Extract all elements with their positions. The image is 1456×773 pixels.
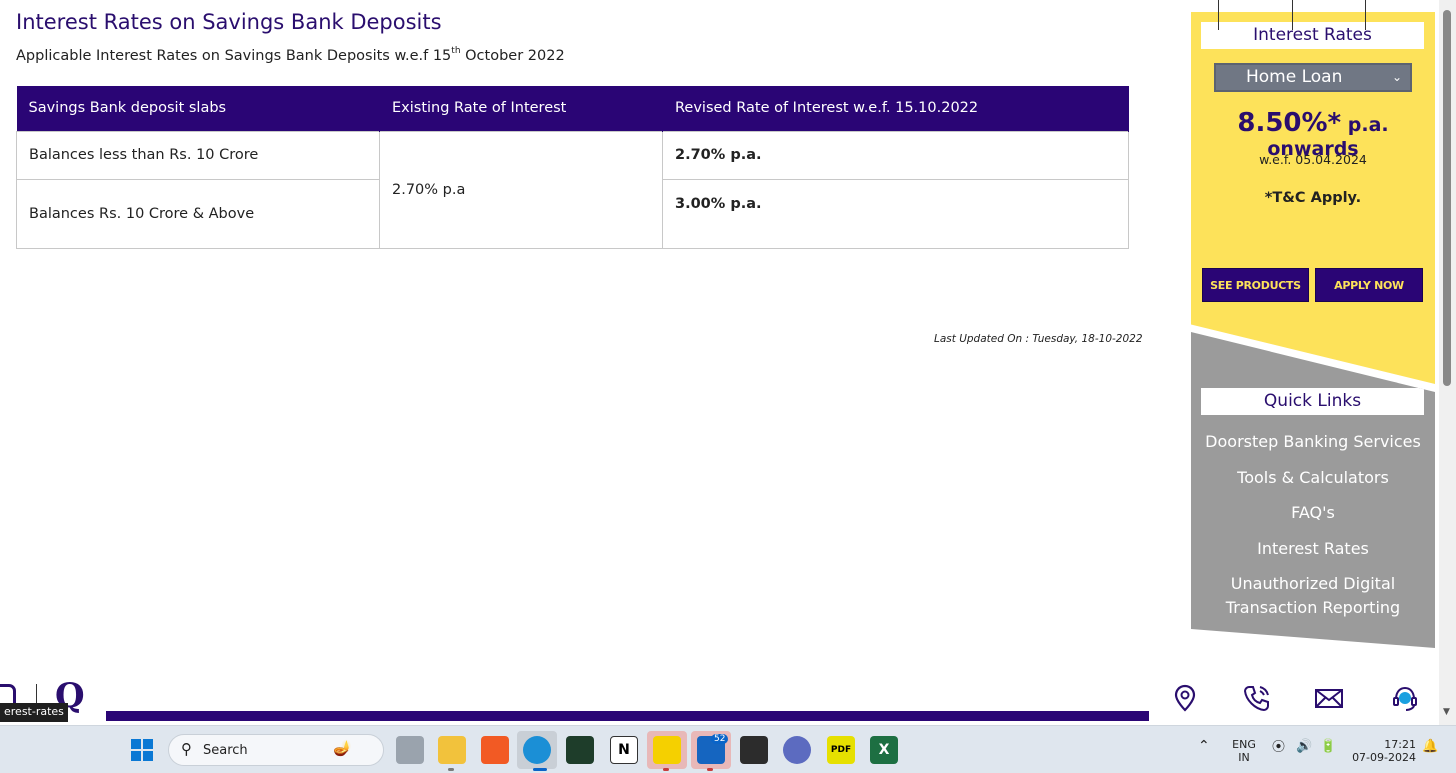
battery-icon[interactable]: 🔋	[1320, 740, 1336, 753]
quick-links-heading: Quick Links	[1201, 388, 1424, 415]
quick-link-faqs[interactable]: FAQ's	[1191, 501, 1435, 525]
location-pin-icon[interactable]	[1170, 683, 1200, 713]
mail-badge: 52	[711, 734, 729, 744]
windows-start-icon[interactable]	[131, 739, 153, 761]
last-updated: Last Updated On : Tuesday, 18-10-2022	[934, 333, 1143, 345]
language-indicator[interactable]: ENG IN	[1228, 738, 1260, 764]
header-revised-rate: Revised Rate of Interest w.e.f. 15.10.20…	[662, 86, 1129, 131]
table-row: Balances less than Rs. 10 Crore 2.70% p.…	[16, 130, 1129, 249]
quick-link-unauthorized-digital[interactable]: Unauthorized Digital	[1191, 572, 1435, 596]
existing-rate-cell: 2.70% p.a	[379, 130, 663, 249]
interest-rates-table: Savings Bank deposit slabs Existing Rate…	[16, 86, 1129, 249]
quick-link-doorstep-banking[interactable]: Doorstep Banking Services	[1191, 430, 1435, 454]
interest-rate-panel: Interest Rates Home Loan ⌄ 8.50%* p.a. o…	[1191, 12, 1435, 384]
rate-panel-heading: Interest Rates	[1201, 22, 1424, 49]
edge-browser-icon[interactable]	[523, 736, 551, 764]
footer-divider	[1365, 0, 1366, 30]
phone-icon[interactable]	[1242, 683, 1272, 713]
search-highlight-icon: 🪔	[333, 739, 352, 757]
rate-effective-date: w.e.f. 05.04.2024	[1259, 152, 1367, 167]
terms-note: *T&C Apply.	[1264, 190, 1362, 206]
taskbar-search-box[interactable]: ⚲ Search 🪔	[168, 734, 384, 766]
sticky-notes-icon[interactable]	[653, 736, 681, 764]
pdf-app-icon[interactable]: PDF	[827, 736, 855, 764]
revised-rate-cell: 2.70% p.a.	[662, 130, 1129, 180]
running-indicator	[448, 768, 454, 771]
scroll-down-arrow-icon[interactable]: ▼	[1443, 707, 1450, 717]
search-label: Search	[203, 743, 248, 758]
page-title: Interest Rates on Savings Bank Deposits	[16, 10, 442, 34]
support-agent-icon[interactable]	[1390, 683, 1420, 713]
slab-cell: Balances less than Rs. 10 Crore	[16, 130, 380, 180]
loan-type-select[interactable]: Home Loan ⌄	[1214, 63, 1412, 92]
brave-browser-icon[interactable]	[481, 736, 509, 764]
chevron-up-icon[interactable]: ⌃	[1198, 739, 1210, 753]
quick-link-transaction-reporting[interactable]: Transaction Reporting	[1191, 596, 1435, 620]
chevron-down-icon: ⌄	[1391, 70, 1402, 84]
table-header-row: Savings Bank deposit slabs Existing Rate…	[16, 86, 1129, 131]
notion-icon[interactable]: N	[610, 736, 638, 764]
excel-icon[interactable]: X	[870, 736, 898, 764]
windows-taskbar: ⚲ Search 🪔 N PDF X ⌃ ENG IN ⦿ 🔊 🔋 17:21 07…	[0, 725, 1456, 773]
header-existing-rate: Existing Rate of Interest	[379, 86, 663, 131]
footer-divider	[1292, 0, 1293, 30]
mail-icon[interactable]	[1314, 683, 1344, 713]
header-slabs: Savings Bank deposit slabs	[16, 86, 380, 131]
volume-icon[interactable]: 🔊	[1296, 740, 1312, 753]
loan-select-value: Home Loan	[1246, 67, 1343, 87]
apply-now-button[interactable]: APPLY NOW	[1315, 268, 1423, 302]
page-subtitle: Applicable Interest Rates on Savings Ban…	[16, 46, 565, 64]
footer-divider	[1218, 0, 1219, 30]
chart-app-icon[interactable]	[566, 736, 594, 764]
see-products-button[interactable]: SEE PRODUCTS	[1202, 268, 1309, 302]
revised-rate-cell: 3.00% p.a.	[662, 178, 1129, 249]
slab-cell: Balances Rs. 10 Crore & Above	[16, 178, 380, 249]
task-view-icon[interactable]	[396, 736, 424, 764]
search-icon: ⚲	[181, 740, 192, 758]
link-tooltip: erest-rates	[0, 703, 68, 722]
footer-bar	[106, 711, 1149, 721]
quick-links-panel: Quick Links Doorstep Banking Services To…	[1191, 332, 1435, 648]
wifi-icon[interactable]: ⦿	[1272, 741, 1285, 754]
running-indicator	[533, 768, 547, 771]
clock[interactable]: 17:21 07-09-2024	[1350, 738, 1416, 764]
file-explorer-icon[interactable]	[438, 736, 466, 764]
page-scrollbar[interactable]: ▼	[1439, 0, 1456, 725]
arc-app-icon[interactable]	[783, 736, 811, 764]
quick-link-interest-rates[interactable]: Interest Rates	[1191, 537, 1435, 561]
running-indicator	[663, 768, 669, 771]
running-indicator	[707, 768, 713, 771]
scrollbar-thumb[interactable]	[1443, 10, 1451, 386]
notes-app-icon[interactable]	[740, 736, 768, 764]
quick-link-tools-calculators[interactable]: Tools & Calculators	[1191, 466, 1435, 490]
notification-bell-icon[interactable]: 🔔	[1422, 740, 1438, 753]
